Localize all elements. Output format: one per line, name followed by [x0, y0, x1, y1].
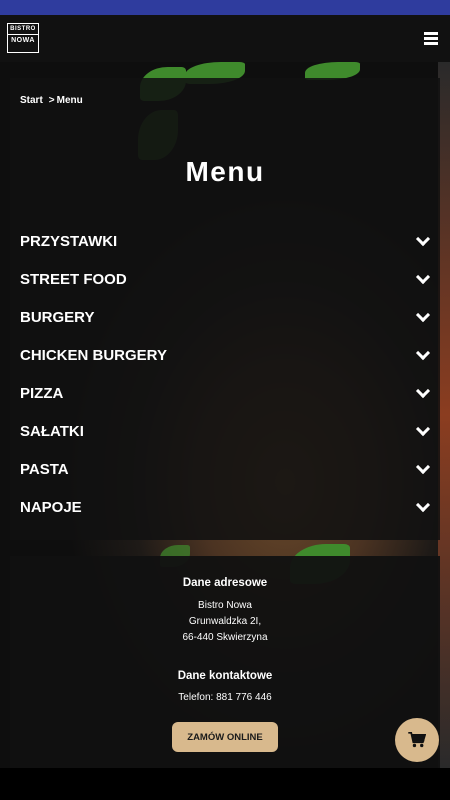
menu-category-label: PRZYSTAWKI: [20, 233, 118, 251]
logo-line2: NOWA: [11, 37, 35, 44]
address-street: Grunwaldzka 2I,: [188, 616, 262, 627]
chevron-down-icon: [415, 308, 431, 323]
breadcrumb-home-link[interactable]: Start: [20, 95, 43, 106]
chevron-down-icon: [415, 459, 431, 474]
cart-button[interactable]: [395, 718, 439, 762]
breadcrumb-current: Menu: [56, 95, 83, 106]
address-name: Bistro Nowa: [198, 600, 252, 611]
address-city: 66-440 Skwierzyna: [182, 632, 268, 643]
address-block: Bistro Nowa Grunwaldzka 2I, 66-440 Skwie…: [10, 598, 440, 646]
contact-heading: Dane kontaktowe: [177, 670, 273, 682]
address-heading: Dane adresowe: [182, 577, 268, 589]
chevron-down-icon: [415, 383, 431, 399]
order-online-button[interactable]: ZAMÓW ONLINE: [172, 722, 278, 752]
breadcrumb: Start > Menu: [20, 95, 83, 106]
menu-category-label: NAPOJE: [20, 498, 82, 516]
menu-category-przystawki[interactable]: PRZYSTAWKI: [20, 223, 432, 261]
menu-category-chicken-burgery[interactable]: CHICKEN BURGERY: [20, 337, 432, 375]
page-title: Menu: [185, 156, 265, 187]
phone-number[interactable]: Telefon: 881 776 446: [10, 690, 440, 706]
hamburger-icon[interactable]: [424, 32, 438, 45]
status-bar: [0, 0, 450, 15]
logo-line1: BISTRO: [8, 26, 38, 35]
menu-category-label: PASTA: [20, 460, 69, 478]
menu-panel: Start > Menu Menu PRZYSTAWKI STREET FOOD B…: [10, 78, 440, 540]
menu-category-pizza[interactable]: PIZZA: [20, 375, 432, 413]
chevron-down-icon: [415, 346, 431, 361]
menu-category-burgery[interactable]: BURGERY: [20, 299, 432, 337]
menu-category-label: PIZZA: [20, 385, 64, 402]
chevron-down-icon: [415, 270, 431, 285]
menu-category-salatki[interactable]: SAŁATKI: [20, 412, 432, 450]
menu-category-pasta[interactable]: PASTA: [20, 450, 432, 488]
menu-category-label: CHICKEN BURGERY: [20, 347, 167, 365]
breadcrumb-separator: >: [48, 95, 55, 106]
menu-category-label: STREET FOOD: [20, 271, 127, 289]
menu-category-list: PRZYSTAWKI STREET FOOD BURGERY CHICKEN B…: [20, 223, 432, 526]
site-header: BISTRO NOWA: [0, 15, 450, 62]
menu-category-napoje[interactable]: NAPOJE: [20, 488, 432, 526]
logo[interactable]: BISTRO NOWA: [7, 23, 39, 53]
cart-icon: [408, 732, 426, 748]
chevron-down-icon: [415, 497, 431, 512]
menu-category-street-food[interactable]: STREET FOOD: [20, 261, 432, 299]
navigation-bar: [0, 768, 450, 800]
chevron-down-icon: [415, 421, 431, 436]
menu-category-label: BURGERY: [20, 309, 95, 327]
menu-category-label: SAŁATKI: [20, 422, 84, 440]
chevron-down-icon: [415, 232, 431, 247]
footer-info: Dane adresowe Bistro Nowa Grunwaldzka 2I…: [10, 556, 440, 768]
